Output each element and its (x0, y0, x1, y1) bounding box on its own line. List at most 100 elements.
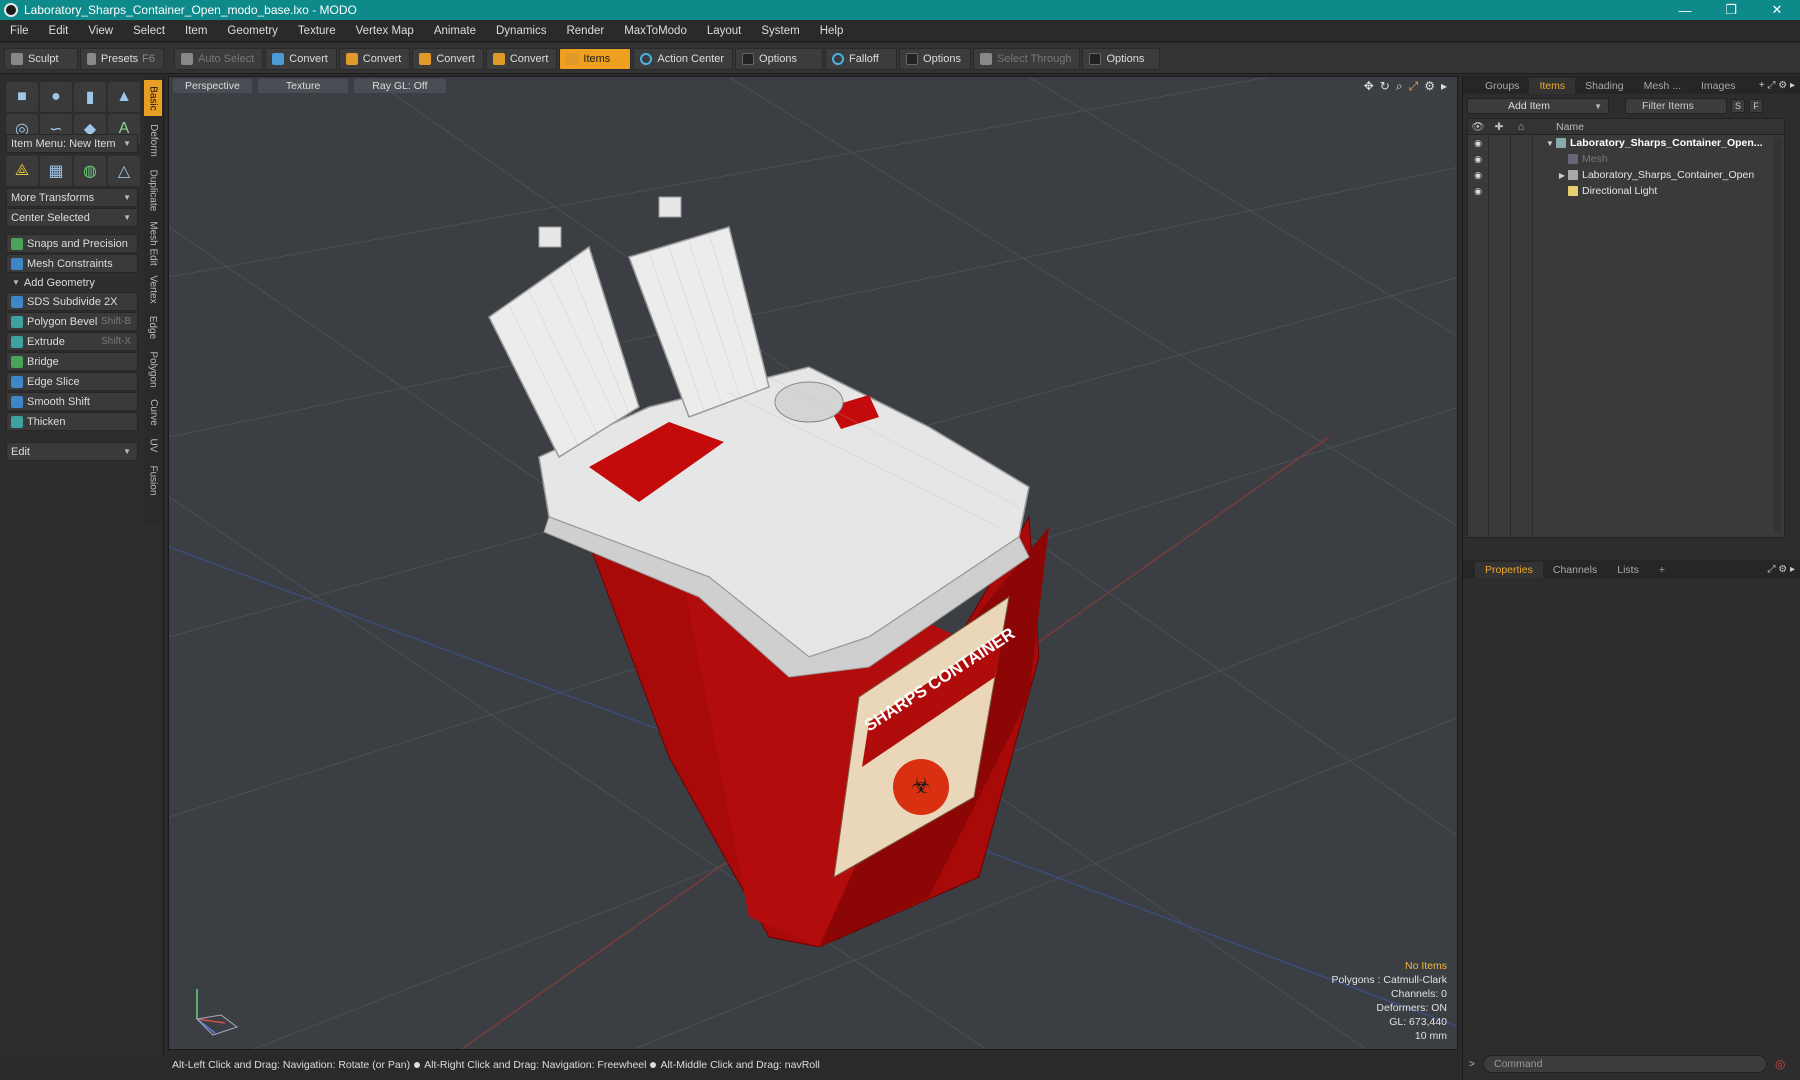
sculpt-button[interactable]: Sculpt (4, 47, 78, 70)
sds-subdivide-button[interactable]: SDS Subdivide 2X (6, 292, 138, 311)
menu-help[interactable]: Help (810, 20, 854, 42)
tab-groups[interactable]: Groups (1475, 78, 1529, 94)
menu-item[interactable]: Item (175, 20, 217, 42)
presets-button[interactable]: Presets F6 (80, 47, 164, 70)
rotate-icon[interactable]: ↻ (1380, 79, 1390, 94)
tab-items[interactable]: Items (1529, 78, 1576, 94)
tab-basic[interactable]: Basic (144, 80, 162, 116)
bridge-button[interactable]: Bridge (6, 352, 138, 371)
tree-row-group[interactable]: ◉ ▶ Laboratory_Sharps_Container_Open (1468, 167, 1784, 183)
eye-icon[interactable]: ◉ (1468, 186, 1488, 197)
expand-triangle-icon[interactable]: ▼ (1544, 139, 1556, 148)
mesh-constraints-button[interactable]: Mesh Constraints (6, 254, 138, 273)
menu-select[interactable]: Select (123, 20, 175, 42)
settings-gear-icon[interactable]: ⚙ (1424, 79, 1435, 94)
tab-curve[interactable]: Curve (144, 394, 162, 430)
convert-vertices-button[interactable]: Convert (265, 47, 337, 70)
add-geometry-header[interactable]: ▼ Add Geometry (6, 274, 138, 291)
menu-vertex-map[interactable]: Vertex Map (346, 20, 424, 42)
center-selected-dropdown[interactable]: Center Selected ▼ (6, 208, 138, 227)
action-center-options-button[interactable]: Options (735, 47, 824, 70)
tab-channels[interactable]: Channels (1543, 562, 1607, 578)
menu-layout[interactable]: Layout (697, 20, 752, 42)
convert-edges-button[interactable]: Convert (338, 47, 411, 70)
tab-duplicate[interactable]: Duplicate (144, 164, 162, 216)
eye-icon[interactable]: ◉ (1468, 138, 1488, 149)
thicken-button[interactable]: Thicken (6, 412, 138, 431)
smooth-shift-button[interactable]: Smooth Shift (6, 392, 138, 411)
tree-row-mesh[interactable]: ◉ Mesh (1468, 151, 1784, 167)
tree-scrollbar[interactable] (1774, 137, 1782, 533)
edge-slice-button[interactable]: Edge Slice (6, 372, 138, 391)
close-button[interactable]: ✕ (1754, 0, 1800, 20)
snaps-precision-button[interactable]: Snaps and Precision (6, 234, 138, 253)
eye-icon[interactable]: ◉ (1468, 170, 1488, 181)
eye-icon[interactable]: ◉ (1468, 154, 1488, 165)
polygon-bevel-button[interactable]: Polygon Bevel Shift-B (6, 312, 138, 331)
extrude-button[interactable]: Extrude Shift-X (6, 332, 138, 351)
filter-items-input[interactable]: Filter Items (1625, 98, 1727, 114)
tab-images[interactable]: Images (1691, 78, 1745, 94)
globe-tool-button[interactable]: ◍ (74, 156, 106, 186)
cylinder-tool-button[interactable]: ▮ (74, 82, 106, 112)
sphere-tool-button[interactable]: ● (40, 82, 72, 112)
menu-maxtomodo[interactable]: MaxToModo (614, 20, 697, 42)
tab-mesh-edit[interactable]: Mesh Edit (144, 218, 162, 268)
tab-uv[interactable]: UV (144, 432, 162, 458)
f-toggle-button[interactable]: F (1749, 99, 1763, 113)
menu-file[interactable]: File (0, 20, 39, 42)
expand-arrow-icon[interactable]: ▸ (1441, 79, 1447, 94)
convert-materials-button[interactable]: Convert (485, 47, 558, 70)
tab-edge[interactable]: Edge (144, 310, 162, 344)
tree-row-light[interactable]: ◉ Directional Light (1468, 183, 1784, 199)
tab-shading[interactable]: Shading (1575, 78, 1634, 94)
view-type-dropdown[interactable]: Perspective (173, 79, 252, 93)
select-through-button[interactable]: Select Through (973, 47, 1081, 70)
raygl-toggle[interactable]: Ray GL: Off (354, 79, 446, 93)
menu-render[interactable]: Render (556, 20, 614, 42)
menu-system[interactable]: System (751, 20, 809, 42)
tree-row-scene[interactable]: ◉ ▼ Laboratory_Sharps_Container_Open... (1468, 135, 1784, 151)
panel-options-icon[interactable]: + ⤢ ⚙ ▸ (1759, 78, 1795, 94)
add-tab-button[interactable]: + (1649, 562, 1675, 578)
tab-mesh[interactable]: Mesh ... (1634, 78, 1691, 94)
tab-lists[interactable]: Lists (1607, 562, 1649, 578)
cone-tool-button[interactable]: ▲ (108, 82, 140, 112)
menu-geometry[interactable]: Geometry (217, 20, 288, 42)
falloff-options-button[interactable]: Options (899, 47, 972, 70)
falloff-button[interactable]: Falloff (825, 47, 898, 70)
restore-button[interactable]: ❐ (1708, 0, 1754, 20)
select-through-options-button[interactable]: Options (1082, 47, 1161, 70)
tab-vertex[interactable]: Vertex (144, 270, 162, 308)
item-menu-dropdown[interactable]: Item Menu: New Item ▼ (6, 134, 138, 153)
transform-tool-button[interactable]: ⟁ (6, 156, 38, 186)
expand-triangle-icon[interactable]: ▶ (1556, 171, 1568, 180)
items-mode-button[interactable]: Items (559, 47, 632, 70)
minimize-button[interactable]: — (1662, 0, 1708, 20)
convert-polygons-button[interactable]: Convert (412, 47, 484, 70)
panel-options-icon[interactable]: ⤢ ⚙ ▸ (1767, 562, 1795, 578)
command-input[interactable]: Command (1483, 1055, 1767, 1073)
menu-edit[interactable]: Edit (39, 20, 79, 42)
menu-dynamics[interactable]: Dynamics (486, 20, 556, 42)
tab-properties[interactable]: Properties (1475, 562, 1543, 578)
more-transforms-dropdown[interactable]: More Transforms ▼ (6, 188, 138, 207)
menu-animate[interactable]: Animate (424, 20, 486, 42)
edit-dropdown[interactable]: Edit ▼ (6, 442, 138, 461)
auto-select-button[interactable]: Auto Select (174, 47, 264, 70)
tab-deform[interactable]: Deform (144, 118, 162, 162)
cube-tool-button[interactable]: ■ (6, 82, 38, 112)
action-center-button[interactable]: Action Center (633, 47, 734, 70)
menu-view[interactable]: View (78, 20, 123, 42)
zoom-icon[interactable]: ⌕ (1396, 79, 1403, 94)
add-item-dropdown[interactable]: Add Item ▼ (1467, 98, 1609, 114)
3d-viewport[interactable]: ☣ SHARPS CONTAINER Perspective Texture R… (168, 76, 1458, 1050)
tab-fusion[interactable]: Fusion (144, 460, 162, 500)
command-history-icon[interactable]: ◎ (1775, 1057, 1785, 1071)
name-column-header[interactable]: Name (1556, 121, 1584, 133)
menu-texture[interactable]: Texture (288, 20, 346, 42)
pan-icon[interactable]: ✥ (1364, 79, 1374, 94)
shading-mode-dropdown[interactable]: Texture (257, 79, 349, 93)
fit-icon[interactable]: ⤢ (1409, 79, 1419, 94)
taper-tool-button[interactable]: △ (108, 156, 140, 186)
